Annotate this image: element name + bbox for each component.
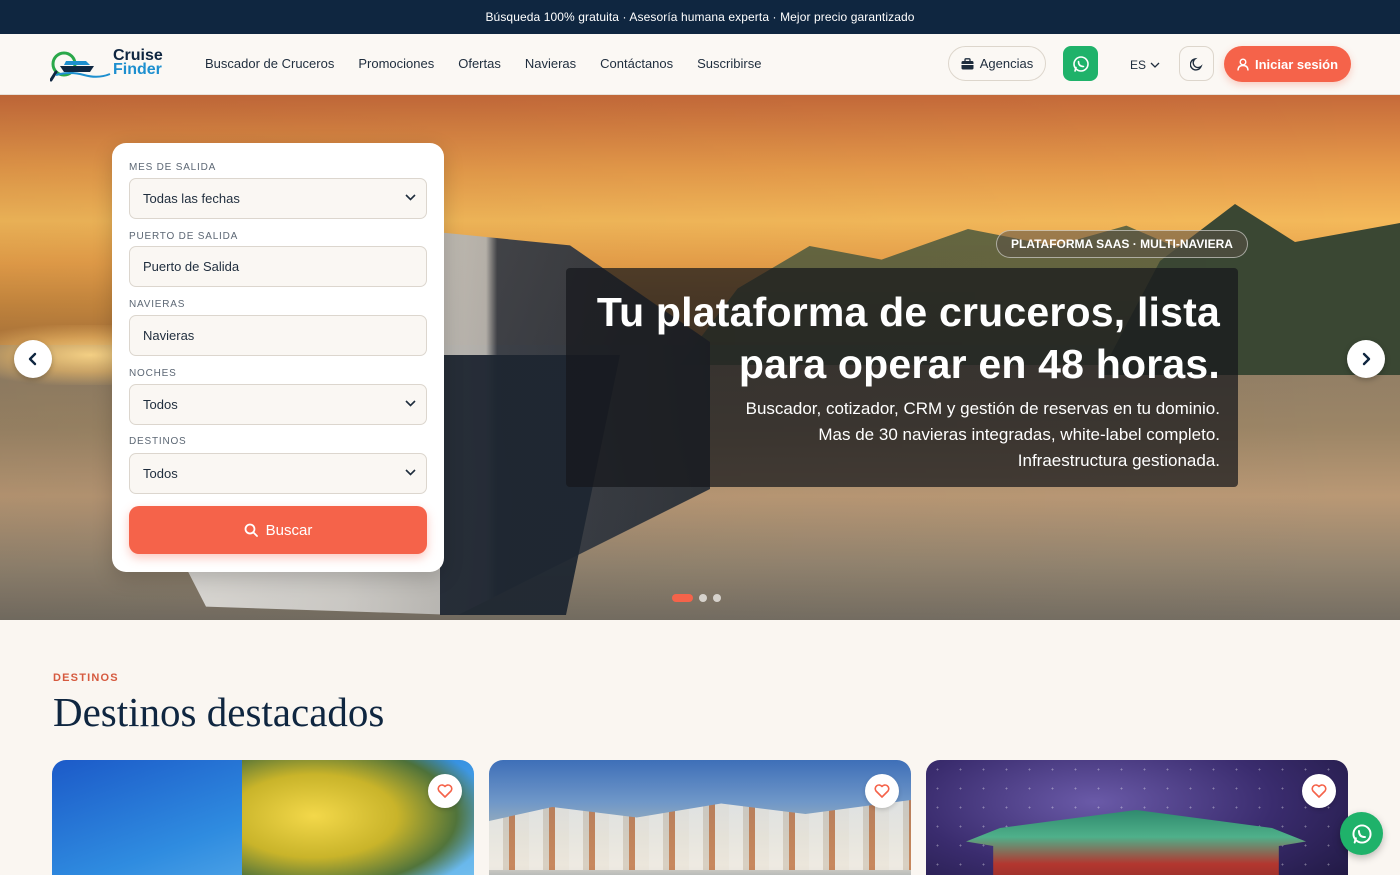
favorite-button[interactable] <box>428 774 462 808</box>
user-icon <box>1237 58 1249 71</box>
carousel-dot-2[interactable] <box>699 594 707 602</box>
noches-value: Todos <box>143 397 178 412</box>
whatsapp-icon <box>1072 55 1089 72</box>
carousel-dots <box>672 594 721 602</box>
chevron-down-icon <box>405 194 416 201</box>
heart-icon <box>1311 784 1327 798</box>
field-label-mes: MES DE SALIDA <box>129 162 217 173</box>
agencias-button[interactable]: Agencias <box>948 46 1046 81</box>
language-selector[interactable]: ES <box>1130 58 1160 72</box>
hero-tag: PLATAFORMA SAAS · MULTI-NAVIERA <box>996 230 1248 258</box>
carousel-next-button[interactable] <box>1347 340 1385 378</box>
puerto-salida-value: Puerto de Salida <box>143 259 240 274</box>
section-title: Destinos destacados <box>53 689 385 735</box>
whatsapp-icon <box>1351 823 1372 844</box>
heart-icon <box>874 784 890 798</box>
announcement-text: Búsqueda 100% gratuita · Asesoría humana… <box>485 10 915 24</box>
whatsapp-button[interactable] <box>1063 46 1098 81</box>
chevron-down-icon <box>405 469 416 476</box>
logo-icon <box>50 51 111 82</box>
favorite-button[interactable] <box>865 774 899 808</box>
hero-subtitle: Buscador, cotizador, CRM y gestión de re… <box>566 396 1220 474</box>
destination-card[interactable] <box>926 760 1348 875</box>
field-label-destinos: DESTINOS <box>129 436 187 447</box>
nav-item-buscador[interactable]: Buscador de Cruceros <box>205 56 334 71</box>
logo[interactable]: Cruise Finder <box>50 44 170 84</box>
carousel-dot-1[interactable] <box>672 594 693 602</box>
nav-item-contactanos[interactable]: Contáctanos <box>600 56 673 71</box>
search-icon <box>244 523 258 537</box>
chevron-down-icon <box>1150 62 1160 68</box>
hero-subtitle-line3: Infraestructura gestionada. <box>1017 451 1220 470</box>
carousel-dot-3[interactable] <box>713 594 721 602</box>
logo-text-finder: Finder <box>113 61 162 78</box>
login-label: Iniciar sesión <box>1254 56 1339 72</box>
hero-title-line2: para operar en 48 horas. <box>738 341 1220 387</box>
navieras-value: Navieras <box>143 328 195 343</box>
moon-icon <box>1189 57 1203 71</box>
language-label: ES <box>1130 58 1147 72</box>
site-header: Cruise Finder Buscador de Cruceros Promo… <box>0 34 1400 95</box>
field-label-puerto: PUERTO DE SALIDA <box>129 231 239 242</box>
destinos-value: Todos <box>143 466 178 481</box>
mes-salida-value: Todas las fechas <box>143 191 240 206</box>
announcement-bar: Búsqueda 100% gratuita · Asesoría humana… <box>0 0 1400 34</box>
favorite-button[interactable] <box>1302 774 1336 808</box>
heart-icon <box>437 784 453 798</box>
cruise-search-panel: MES DE SALIDA Todas las fechas PUERTO DE… <box>112 143 444 572</box>
nav-item-promociones[interactable]: Promociones <box>358 56 434 71</box>
destination-card[interactable] <box>489 760 911 875</box>
section-eyebrow: DESTINOS <box>53 672 119 684</box>
hero-subtitle-line1: Buscador, cotizador, CRM y gestión de re… <box>745 399 1220 418</box>
briefcase-icon <box>961 57 974 69</box>
theme-toggle-button[interactable] <box>1179 46 1214 81</box>
hero-subtitle-line2: Mas de 30 navieras integradas, white-lab… <box>818 425 1220 444</box>
chevron-left-icon <box>28 352 37 366</box>
floating-whatsapp-button[interactable] <box>1340 812 1383 855</box>
chevron-down-icon <box>405 400 416 407</box>
hero-title: Tu plataforma de cruceros, lista para op… <box>566 286 1220 390</box>
field-label-noches: NOCHES <box>129 368 177 379</box>
navieras-input[interactable]: Navieras <box>129 315 427 356</box>
puerto-salida-input[interactable]: Puerto de Salida <box>129 246 427 287</box>
login-button[interactable]: Iniciar sesión <box>1224 46 1351 82</box>
carousel-prev-button[interactable] <box>14 340 52 378</box>
field-label-navieras: NAVIERAS <box>129 299 186 310</box>
destination-image <box>489 800 911 870</box>
destination-card[interactable] <box>52 760 474 875</box>
buscar-button[interactable]: Buscar <box>129 506 427 554</box>
mes-salida-select[interactable]: Todas las fechas <box>129 178 427 219</box>
buscar-label: Buscar <box>265 521 313 539</box>
agencias-label: Agencias <box>979 56 1034 71</box>
hero-title-line1: Tu plataforma de cruceros, lista <box>596 289 1220 335</box>
main-nav: Buscador de Cruceros Promociones Ofertas… <box>205 56 785 71</box>
nav-item-suscribirse[interactable]: Suscribirse <box>697 56 761 71</box>
chevron-right-icon <box>1362 352 1371 366</box>
nav-item-navieras[interactable]: Navieras <box>525 56 576 71</box>
nav-item-ofertas[interactable]: Ofertas <box>458 56 501 71</box>
noches-select[interactable]: Todos <box>129 384 427 425</box>
hero-caption: Tu plataforma de cruceros, lista para op… <box>566 268 1238 487</box>
destinos-select[interactable]: Todos <box>129 453 427 494</box>
